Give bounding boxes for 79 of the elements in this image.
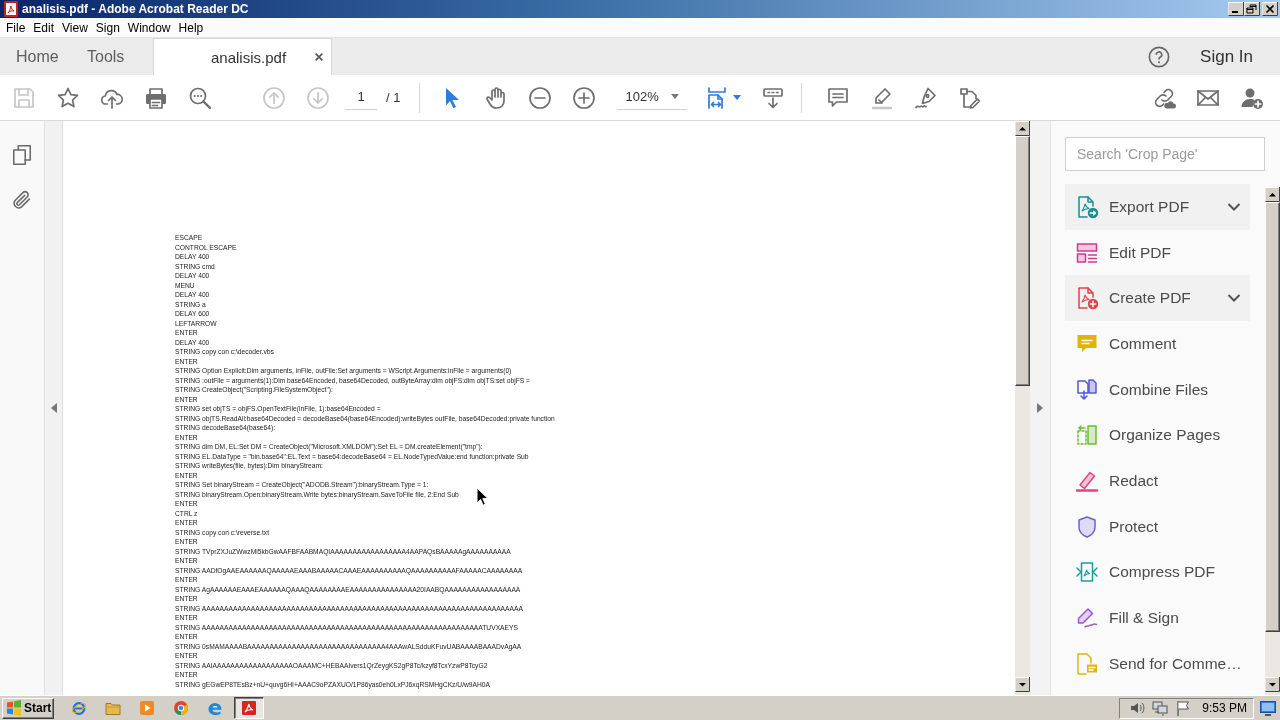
e-logo-icon xyxy=(71,700,87,716)
expand-arrow-icon[interactable] xyxy=(1037,403,1043,413)
window-title: analisis.pdf - Adobe Acrobat Reader DC xyxy=(22,2,249,16)
star-icon[interactable] xyxy=(56,85,80,110)
scroll-up-button[interactable] xyxy=(1265,187,1280,202)
mouse-pointer-icon xyxy=(476,487,489,506)
documents-merge-icon xyxy=(1075,377,1099,402)
document-plus-icon xyxy=(1075,286,1099,311)
document-arrow-icon xyxy=(1075,194,1099,219)
page-count: / 1 xyxy=(386,90,401,105)
close-icon[interactable] xyxy=(314,52,324,62)
layout-icon xyxy=(1075,240,1099,265)
show-desktop-icon[interactable] xyxy=(1260,700,1276,716)
menu-item[interactable]: View xyxy=(62,20,88,35)
compress-icon xyxy=(1075,560,1099,585)
minimize-button[interactable] xyxy=(1228,2,1244,16)
menu-item[interactable]: Help xyxy=(178,20,204,35)
speaker-icon[interactable] xyxy=(1129,700,1145,716)
sign-in-button[interactable]: Sign In xyxy=(1200,46,1253,67)
tab[interactable]: Home xyxy=(0,38,72,75)
pen-nib-icon[interactable] xyxy=(914,85,939,110)
folder-icon xyxy=(105,700,121,716)
scrollbar-thumb[interactable] xyxy=(1265,202,1280,632)
scrollbar[interactable] xyxy=(1265,187,1280,695)
tool-item[interactable]: Create PDF xyxy=(1065,275,1250,322)
paperclip-icon[interactable] xyxy=(11,189,33,211)
tool-item[interactable]: Fill & Sign xyxy=(1065,595,1250,641)
scrollbar[interactable] xyxy=(1015,121,1030,695)
tool-item[interactable]: Comment xyxy=(1065,321,1250,367)
document-comment-icon xyxy=(1075,651,1099,676)
flag-icon[interactable] xyxy=(1175,700,1191,716)
shield-icon xyxy=(1075,514,1099,539)
page-number-field[interactable]: 1 xyxy=(345,85,377,110)
tool-item[interactable]: Organize Pages xyxy=(1065,412,1250,459)
edit-document-icon[interactable] xyxy=(958,85,983,110)
comment-icon[interactable] xyxy=(826,85,851,110)
menu-item[interactable]: File xyxy=(6,20,26,35)
media-player-icon xyxy=(139,700,155,716)
caret-icon[interactable] xyxy=(671,93,680,99)
pages-icon[interactable] xyxy=(11,144,33,166)
tool-item[interactable]: Edit PDF xyxy=(1065,229,1250,276)
restore-button[interactable] xyxy=(1244,2,1260,16)
swirl-logo-icon xyxy=(207,700,223,716)
start-button[interactable]: Start xyxy=(2,697,54,719)
collapse-arrow-icon[interactable] xyxy=(50,403,57,413)
menu-item[interactable]: Edit xyxy=(33,20,55,35)
network-icon[interactable] xyxy=(1152,700,1168,716)
search-icon[interactable] xyxy=(188,85,212,110)
scroll-up-button[interactable] xyxy=(1015,121,1030,136)
menu-item[interactable]: Window xyxy=(127,20,171,35)
zoom-out-icon[interactable] xyxy=(528,85,553,110)
clock: 9:53 PM xyxy=(1202,701,1247,715)
tool-item[interactable]: Export PDF xyxy=(1065,184,1250,230)
scroll-down-button[interactable] xyxy=(1015,677,1030,692)
search-field[interactable]: Search 'Crop Page' xyxy=(1065,137,1265,171)
help-icon[interactable] xyxy=(1148,45,1171,68)
pages-icon xyxy=(1075,423,1099,448)
taskbar-button[interactable] xyxy=(234,697,264,719)
scrollbar-thumb[interactable] xyxy=(1015,136,1030,386)
highlighter-icon[interactable] xyxy=(870,85,895,110)
pdf-app-icon xyxy=(241,700,257,716)
windows-flag-icon xyxy=(6,700,22,716)
tab[interactable]: Tools xyxy=(72,38,153,75)
pen-icon xyxy=(1075,606,1099,631)
tab[interactable]: analisis.pdf xyxy=(153,38,332,75)
tool-item[interactable]: Redact xyxy=(1065,458,1250,504)
tool-item[interactable]: Combine Files xyxy=(1065,366,1250,413)
caret-icon[interactable] xyxy=(733,95,742,100)
close-button[interactable] xyxy=(1262,2,1278,16)
tool-item[interactable]: Send for Comme… xyxy=(1065,640,1250,687)
tool-item[interactable]: Protect xyxy=(1065,503,1250,550)
scroll-mode-icon[interactable] xyxy=(761,85,786,110)
zoom-field[interactable]: 102% xyxy=(617,85,688,110)
tool-item[interactable]: Compress PDF xyxy=(1065,549,1250,596)
zoom-in-icon[interactable] xyxy=(572,85,597,110)
scroll-down-button[interactable] xyxy=(1265,677,1280,692)
menu-item[interactable]: Sign xyxy=(95,20,120,35)
round-logo-icon xyxy=(173,700,189,716)
print-icon[interactable] xyxy=(144,85,168,110)
